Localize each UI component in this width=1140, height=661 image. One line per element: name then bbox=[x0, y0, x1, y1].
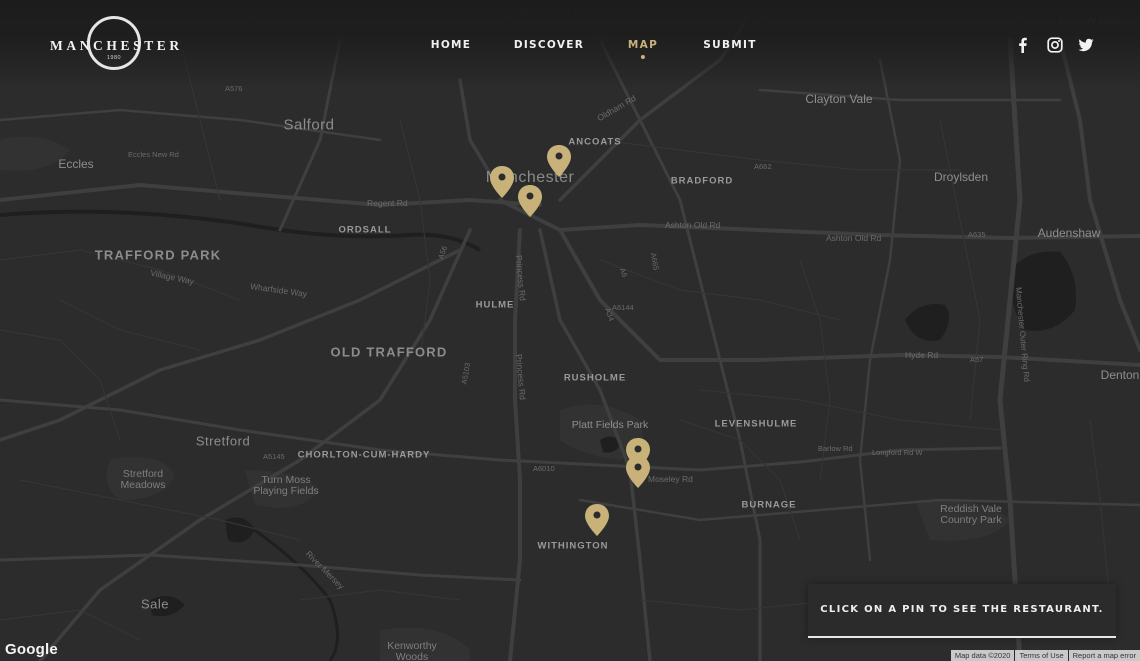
map-data-label: Map data ©2020 bbox=[950, 650, 1015, 661]
map-canvas[interactable] bbox=[0, 0, 1140, 661]
main-nav: HOME DISCOVER MAP SUBMIT bbox=[0, 39, 1140, 59]
restaurant-pin-1[interactable] bbox=[489, 165, 515, 199]
active-indicator-dot bbox=[640, 55, 645, 59]
info-box: CLICK ON A PIN TO SEE THE RESTAURANT. bbox=[808, 584, 1116, 638]
map-page: CHEETHAM HILL Salford Manchester ANCOATS… bbox=[0, 0, 1140, 661]
restaurant-pin-3[interactable] bbox=[517, 184, 543, 218]
facebook-icon[interactable] bbox=[1014, 36, 1032, 54]
nav-map-label: MAP bbox=[627, 39, 659, 51]
info-box-text: CLICK ON A PIN TO SEE THE RESTAURANT. bbox=[820, 604, 1104, 615]
report-error-link[interactable]: Report a map error bbox=[1068, 650, 1140, 661]
nav-submit[interactable]: SUBMIT bbox=[703, 39, 756, 51]
logo-year: 1980 bbox=[106, 55, 122, 61]
twitter-icon[interactable] bbox=[1077, 36, 1095, 54]
restaurant-pin-5[interactable] bbox=[625, 455, 651, 489]
nav-discover[interactable]: DISCOVER bbox=[514, 39, 584, 51]
instagram-icon[interactable] bbox=[1046, 36, 1064, 54]
restaurant-pin-2[interactable] bbox=[546, 144, 572, 178]
nav-home[interactable]: HOME bbox=[431, 39, 472, 51]
terms-link[interactable]: Terms of Use bbox=[1015, 650, 1068, 661]
map-attribution: Map data ©2020 Terms of Use Report a map… bbox=[950, 650, 1140, 661]
nav-map[interactable]: MAP bbox=[627, 39, 659, 59]
restaurant-pin-6[interactable] bbox=[584, 503, 610, 537]
google-logo[interactable]: Google bbox=[5, 641, 58, 658]
site-header: MANCHESTER 1980 HOME DISCOVER MAP SUBMIT bbox=[0, 0, 1140, 90]
